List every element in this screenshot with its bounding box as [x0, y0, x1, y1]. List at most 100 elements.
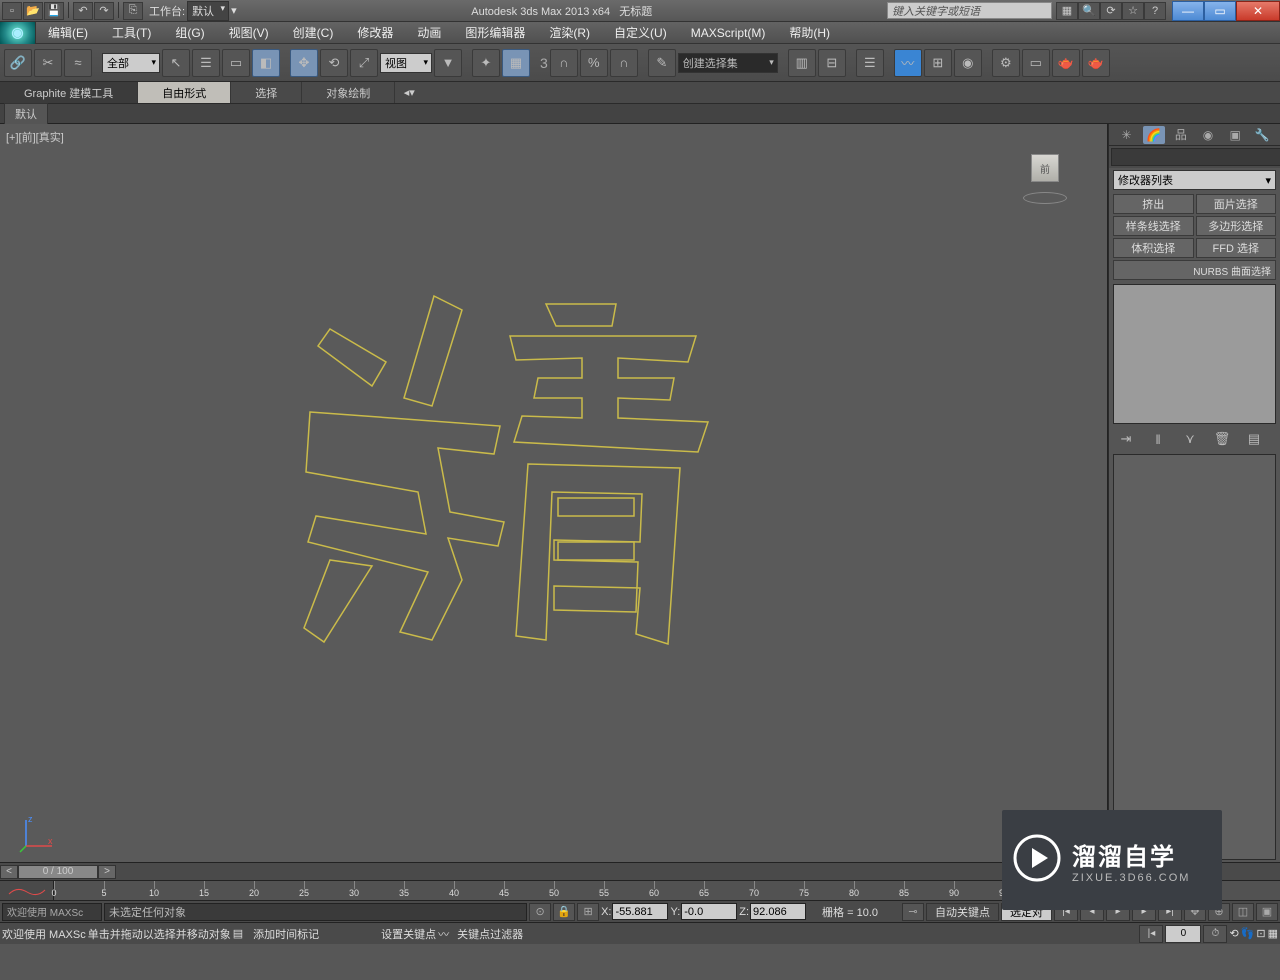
- menu-views[interactable]: 视图(V): [217, 22, 281, 43]
- menu-graph[interactable]: 图形编辑器: [453, 22, 537, 43]
- sync-icon[interactable]: ⟳: [1100, 2, 1122, 20]
- menu-edit[interactable]: 编辑(E): [36, 22, 100, 43]
- selection-filter-combo[interactable]: 全部: [102, 53, 160, 73]
- new-icon[interactable]: ▫: [2, 2, 22, 20]
- key-filters-button[interactable]: 关键点过滤器: [451, 926, 529, 942]
- close-button[interactable]: ✕: [1236, 1, 1280, 21]
- schematic-icon[interactable]: ⊞: [924, 49, 952, 77]
- menu-maxscript[interactable]: MAXScript(M): [679, 22, 778, 43]
- manipulate-icon[interactable]: ✦: [472, 49, 500, 77]
- mod-btn-poly[interactable]: 多边形选择: [1196, 216, 1277, 236]
- make-unique-icon[interactable]: ⋎: [1181, 430, 1199, 448]
- absolute-icon[interactable]: ⊞: [577, 903, 599, 921]
- ribbon-tab-selection[interactable]: 选择: [231, 82, 302, 103]
- select-object-icon[interactable]: ↖: [162, 49, 190, 77]
- named-selection-combo[interactable]: 创建选择集: [678, 53, 778, 73]
- snap-3-icon[interactable]: 3: [540, 55, 548, 71]
- viewcube[interactable]: 前: [1023, 154, 1067, 204]
- key-prev-icon[interactable]: |◂: [1139, 925, 1163, 943]
- material-editor-icon[interactable]: ◉: [954, 49, 982, 77]
- script-listener[interactable]: 欢迎使用 MAXSc: [2, 903, 102, 921]
- nav-max-icon[interactable]: ⊡: [1256, 927, 1265, 940]
- modifier-stack[interactable]: [1113, 284, 1276, 424]
- viewport-label[interactable]: [+][前][真实]: [6, 129, 64, 145]
- help-icon[interactable]: ?: [1144, 2, 1166, 20]
- ribbon-expand-icon[interactable]: ◂▾: [399, 82, 419, 103]
- script-listener-2[interactable]: 欢迎使用 MAXSc: [2, 926, 86, 942]
- link-icon[interactable]: ⎘: [123, 2, 143, 20]
- move-icon[interactable]: ✥: [290, 49, 318, 77]
- coord-y-input[interactable]: -0.0: [681, 903, 737, 920]
- menu-group[interactable]: 组(G): [163, 22, 216, 43]
- viewport[interactable]: [+][前][真实] 前 z: [0, 124, 1108, 862]
- render-prod-icon[interactable]: 🫖: [1082, 49, 1110, 77]
- ribbon-sub-default[interactable]: 默认: [4, 103, 48, 125]
- star-icon[interactable]: ☆: [1122, 2, 1144, 20]
- nav-region-icon[interactable]: ▣: [1256, 903, 1278, 921]
- edit-named-sel-icon[interactable]: ✎: [648, 49, 676, 77]
- pivot-icon[interactable]: ▼: [434, 49, 462, 77]
- undo-icon[interactable]: ↶: [73, 2, 93, 20]
- panel-display-icon[interactable]: ▣: [1224, 126, 1246, 144]
- menu-customize[interactable]: 自定义(U): [602, 22, 679, 43]
- ribbon-tab-freeform[interactable]: 自由形式: [138, 82, 231, 103]
- mod-btn-volume[interactable]: 体积选择: [1113, 238, 1194, 258]
- select-link-icon[interactable]: 🔗: [4, 49, 32, 77]
- viewport-spline-object[interactable]: [300, 284, 720, 684]
- current-frame-input[interactable]: 0: [1165, 925, 1201, 943]
- mod-btn-patch[interactable]: 面片选择: [1196, 194, 1277, 214]
- time-next-icon[interactable]: >: [98, 865, 116, 879]
- window-crossing-icon[interactable]: ◧: [252, 49, 280, 77]
- panel-modify-icon[interactable]: 🌈: [1143, 126, 1165, 144]
- panel-create-icon[interactable]: ✳: [1116, 126, 1138, 144]
- render-setup-icon[interactable]: ⚙: [992, 49, 1020, 77]
- rotate-icon[interactable]: ⟲: [320, 49, 348, 77]
- render-frame-icon[interactable]: ▭: [1022, 49, 1050, 77]
- unlink-icon[interactable]: ✂: [34, 49, 62, 77]
- mirror-icon[interactable]: ▥: [788, 49, 816, 77]
- object-name-input[interactable]: [1111, 148, 1280, 166]
- grid-icon[interactable]: ▦: [1056, 2, 1078, 20]
- search-input[interactable]: 键入关键字或短语: [887, 2, 1052, 19]
- scale-icon[interactable]: ⤢: [350, 49, 378, 77]
- nav-all-icon[interactable]: ▦: [1268, 927, 1278, 940]
- spinner-snap-icon[interactable]: ∩: [610, 49, 638, 77]
- nav-walk-icon[interactable]: 👣: [1241, 927, 1255, 940]
- snap-percent-icon[interactable]: %: [580, 49, 608, 77]
- key-icon[interactable]: ⊸: [902, 903, 924, 921]
- ref-coord-combo[interactable]: 视图: [380, 53, 432, 73]
- add-time-tag[interactable]: 添加时间标记: [245, 926, 327, 942]
- mod-btn-extrude[interactable]: 挤出: [1113, 194, 1194, 214]
- mini-curve-icon[interactable]: [0, 881, 54, 900]
- nav-orbit-icon[interactable]: ⟲: [1229, 927, 1238, 940]
- align-icon[interactable]: ⊟: [818, 49, 846, 77]
- mod-btn-ffd[interactable]: FFD 选择: [1196, 238, 1277, 258]
- app-menu-icon[interactable]: ◉: [0, 22, 36, 44]
- mod-btn-spline[interactable]: 样条线选择: [1113, 216, 1194, 236]
- menu-tools[interactable]: 工具(T): [100, 22, 163, 43]
- menu-animation[interactable]: 动画: [405, 22, 453, 43]
- redo-icon[interactable]: ↷: [94, 2, 114, 20]
- remove-mod-icon[interactable]: 🗑: [1213, 430, 1231, 448]
- ribbon-tab-paint[interactable]: 对象绘制: [302, 82, 395, 103]
- curve-editor-icon[interactable]: 〰: [894, 49, 922, 77]
- autokey-button[interactable]: 自动关键点: [926, 903, 999, 921]
- open-icon[interactable]: 📂: [23, 2, 43, 20]
- save-icon[interactable]: 💾: [44, 2, 64, 20]
- select-name-icon[interactable]: ☰: [192, 49, 220, 77]
- maximize-button[interactable]: ▭: [1204, 1, 1236, 21]
- mod-btn-nurbs[interactable]: NURBS 曲面选择: [1113, 260, 1276, 280]
- workspace-combo[interactable]: 默认: [187, 1, 229, 21]
- keyboard-shortcut-icon[interactable]: ▦: [502, 49, 530, 77]
- minimize-button[interactable]: —: [1172, 1, 1204, 21]
- time-tag-icon[interactable]: ▤: [233, 927, 243, 940]
- viewcube-face[interactable]: 前: [1031, 154, 1059, 182]
- setkey-button[interactable]: 设置关键点: [381, 926, 436, 942]
- snap-angle-icon[interactable]: ∩: [550, 49, 578, 77]
- panel-motion-icon[interactable]: ◉: [1197, 126, 1219, 144]
- render-icon[interactable]: 🫖: [1052, 49, 1080, 77]
- menu-modifiers[interactable]: 修改器: [345, 22, 405, 43]
- layer-icon[interactable]: ☰: [856, 49, 884, 77]
- show-end-icon[interactable]: ‖: [1149, 430, 1167, 448]
- menu-help[interactable]: 帮助(H): [777, 22, 842, 43]
